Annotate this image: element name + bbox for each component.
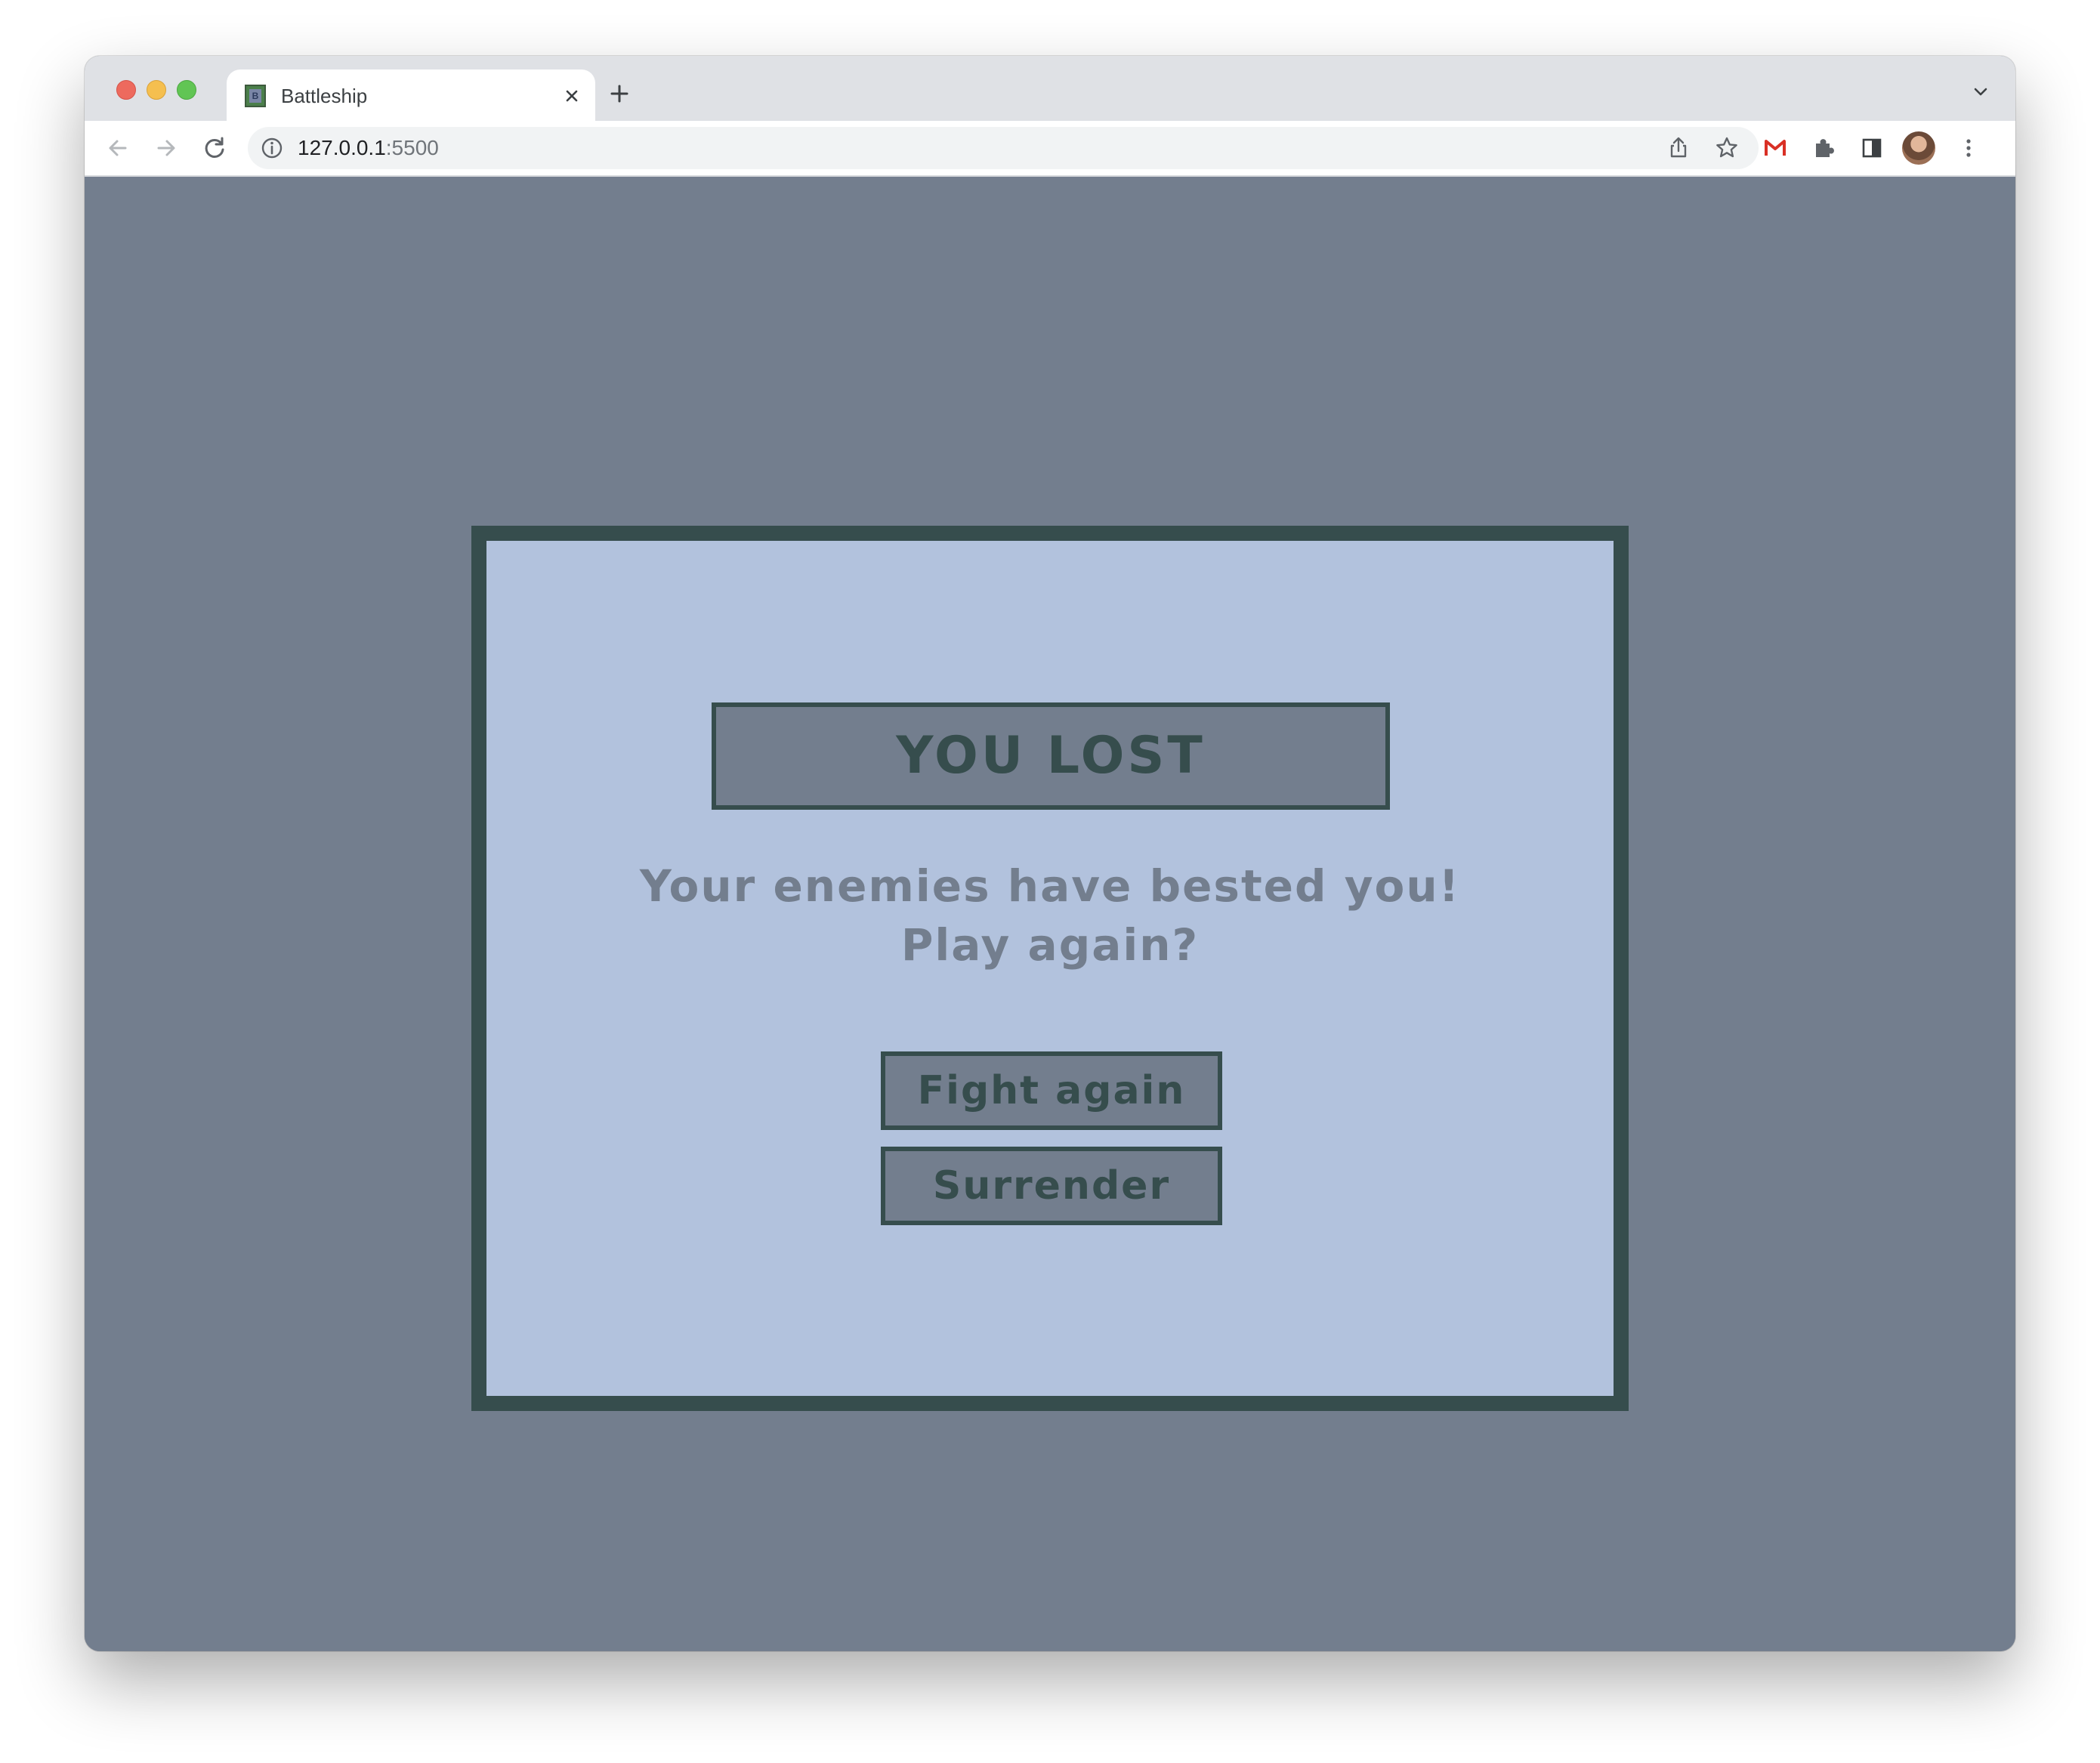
url-text: 127.0.0.1:5500: [298, 136, 439, 160]
minimize-window-button[interactable]: [147, 80, 166, 100]
browser-window: B Battleship 127.0.0.1:5500 YOU LOST You…: [85, 56, 2015, 1651]
page-content: YOU LOST Your enemies have bested you! P…: [85, 177, 2015, 1651]
share-icon[interactable]: [1663, 133, 1694, 163]
fight-again-button[interactable]: Fight again: [881, 1051, 1222, 1130]
close-window-button[interactable]: [116, 80, 136, 100]
star-icon[interactable]: [1712, 133, 1742, 163]
tab-strip: B Battleship: [85, 56, 2015, 121]
kebab-menu-icon[interactable]: [1953, 133, 1984, 163]
close-icon[interactable]: [559, 83, 585, 109]
favicon-icon: B: [245, 85, 266, 107]
result-title: YOU LOST: [896, 726, 1206, 786]
url-port: :5500: [385, 136, 439, 159]
reload-icon[interactable]: [199, 133, 230, 163]
tab-battleship[interactable]: B Battleship: [227, 69, 595, 121]
url-host: 127.0.0.1: [298, 136, 386, 159]
surrender-button[interactable]: Surrender: [881, 1147, 1222, 1225]
tab-title: Battleship: [281, 85, 368, 107]
puzzle-icon[interactable]: [1808, 133, 1839, 163]
address-bar[interactable]: 127.0.0.1:5500: [248, 127, 1759, 169]
result-message: Your enemies have bested you! Play again…: [639, 860, 1461, 971]
browser-toolbar: 127.0.0.1:5500: [85, 121, 2015, 177]
gmail-icon[interactable]: [1760, 133, 1790, 163]
plus-icon[interactable]: [604, 79, 635, 109]
arrow-left-icon[interactable]: [103, 133, 133, 163]
avatar[interactable]: [1902, 131, 1935, 165]
info-icon[interactable]: [260, 136, 284, 160]
game-over-modal: YOU LOST Your enemies have bested you! P…: [471, 526, 1629, 1411]
zoom-window-button[interactable]: [177, 80, 196, 100]
result-title-box: YOU LOST: [712, 702, 1390, 810]
arrow-right-icon[interactable]: [151, 133, 181, 163]
chevron-down-icon[interactable]: [1969, 80, 1993, 104]
side-panel-icon[interactable]: [1857, 133, 1887, 163]
